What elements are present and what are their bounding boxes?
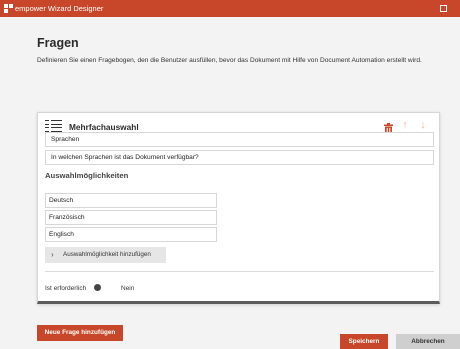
page-description: Definieren Sie einen Fragebogen, den die… [37,57,422,64]
question-type-label: Mehrfachauswahl [69,122,139,132]
option-field[interactable]: Englisch [45,227,217,242]
divider [45,271,434,272]
required-value: Nein [121,285,135,292]
title-bar: empower Wizard Designer [0,0,460,17]
question-text-field[interactable]: In welchen Sprachen ist das Dokument ver… [45,150,434,165]
option-field[interactable]: Französisch [45,210,217,225]
chevron-right-icon: › [51,250,54,259]
add-option-button[interactable]: › Auswahlmöglichkeit hinzufügen [45,247,166,263]
required-toggle[interactable] [89,282,110,294]
question-name-field[interactable]: Sprachen [45,132,434,147]
question-card: Mehrfachauswahl ↑ ↓ Sprachen In welchen … [37,112,440,304]
save-button[interactable]: Speichern [340,334,388,349]
page-title: Fragen [37,36,79,50]
move-up-button[interactable]: ↑ [399,119,411,132]
arrow-down-icon: ↓ [420,119,426,131]
cancel-button[interactable]: Abbrechen [396,334,460,349]
list-icon [45,120,62,132]
option-field[interactable]: Deutsch [45,193,217,208]
move-down-button[interactable]: ↓ [417,119,429,132]
maximize-icon [440,5,447,12]
add-question-button[interactable]: Neue Frage hinzufügen [37,325,123,341]
delete-question-button[interactable] [384,121,393,134]
arrow-up-icon: ↑ [402,119,408,131]
window-title: empower Wizard Designer [15,4,104,13]
app-logo-icon [4,4,13,13]
main-content: Fragen Definieren Sie einen Fragebogen, … [0,17,460,349]
options-section-title: Auswahlmöglichkeiten [45,171,129,180]
required-label: Ist erforderlich [45,285,87,292]
maximize-button[interactable] [430,0,456,17]
add-option-label: Auswahlmöglichkeit hinzufügen [63,251,151,258]
